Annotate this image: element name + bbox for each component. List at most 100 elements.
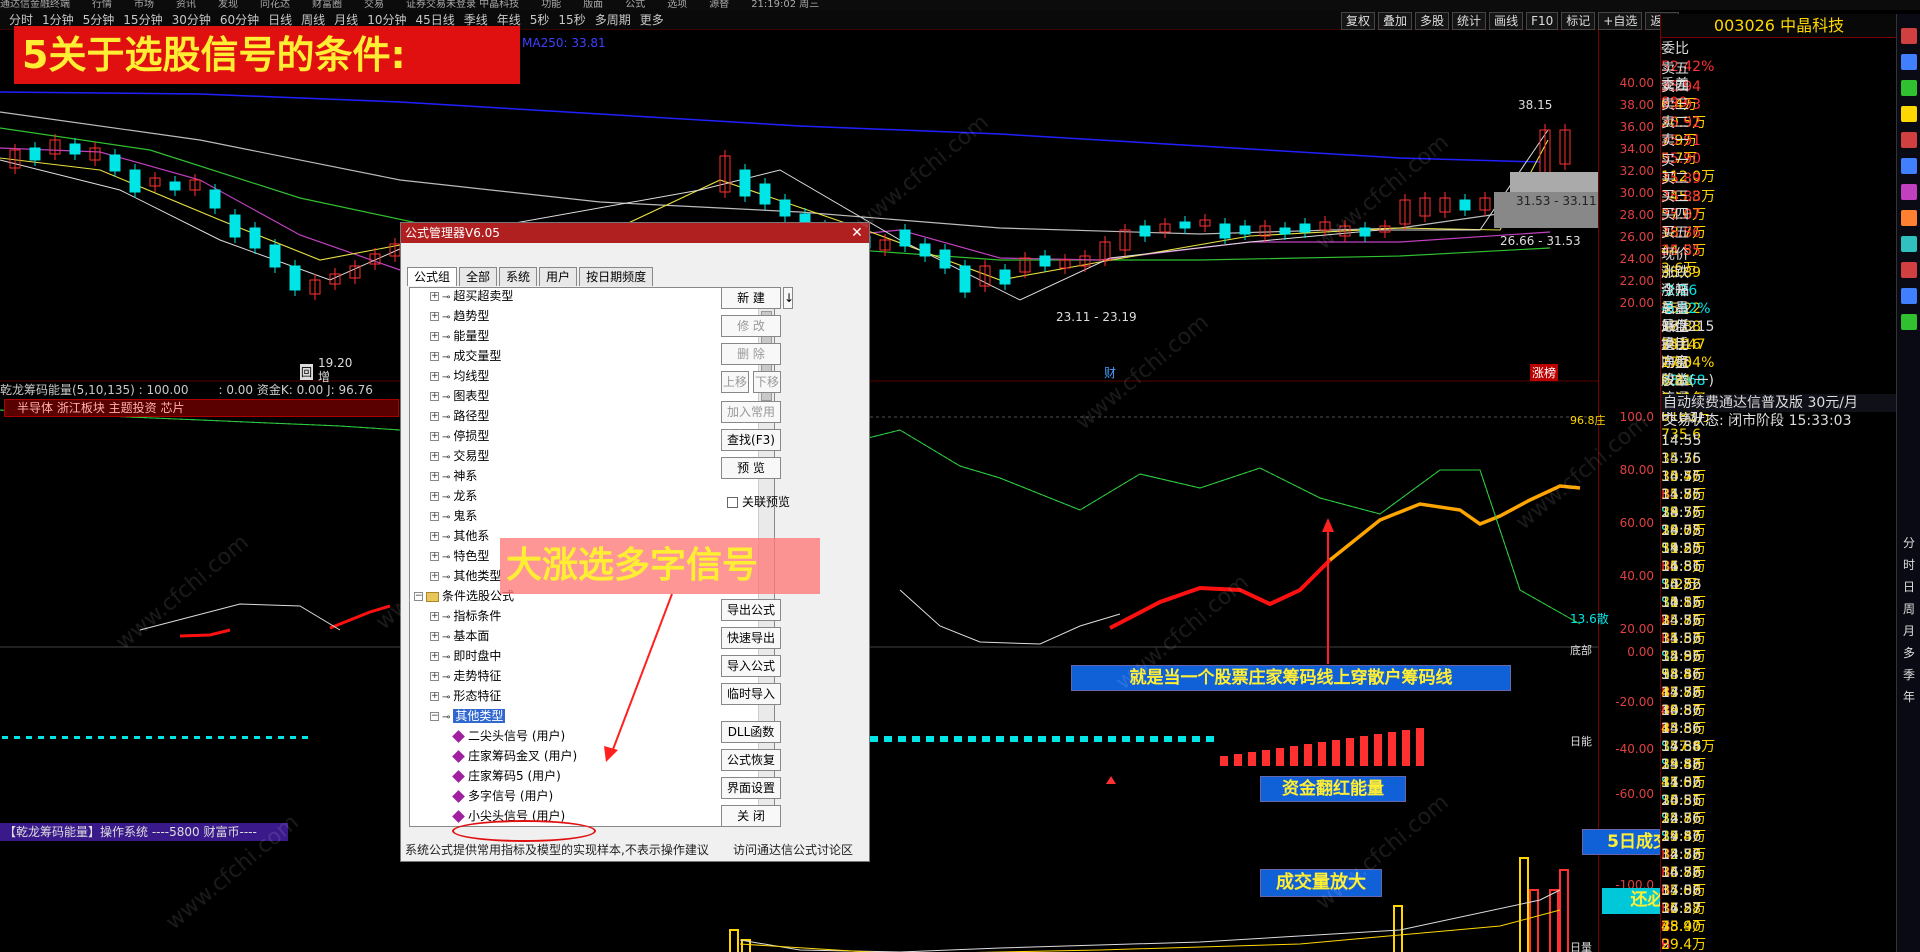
- dialog-tab[interactable]: 公式组: [407, 267, 458, 286]
- tool-button[interactable]: 叠加: [1378, 12, 1413, 30]
- period-tab[interactable]: 30分钟: [172, 13, 211, 27]
- expand-icon[interactable]: +: [430, 532, 439, 541]
- tool-button[interactable]: +自选: [1598, 12, 1643, 30]
- period-side-label[interactable]: 季: [1897, 666, 1920, 683]
- menu-item[interactable]: 行情: [92, 0, 112, 10]
- tree-node[interactable]: + ⊸ 成交量型: [430, 346, 501, 368]
- period-side-label[interactable]: 时: [1897, 556, 1920, 573]
- tool-button[interactable]: 多股: [1415, 12, 1450, 30]
- menu-item[interactable]: 通达信金融终端: [0, 0, 70, 10]
- period-tab[interactable]: 45日线: [415, 13, 454, 27]
- tree-node[interactable]: + ⊸ 鬼系: [430, 506, 477, 528]
- period-side-label[interactable]: 分: [1897, 534, 1920, 551]
- tool-icon[interactable]: [1901, 54, 1917, 70]
- period-tab[interactable]: 60分钟: [220, 13, 259, 27]
- expand-icon[interactable]: +: [430, 632, 439, 641]
- expand-icon[interactable]: +: [430, 652, 439, 661]
- quick_export-button[interactable]: 快速导出: [721, 627, 781, 649]
- tree-node[interactable]: + ⊸ 停损型: [430, 426, 489, 448]
- menu-item[interactable]: 交易: [364, 0, 384, 10]
- buy-row[interactable]: 买三 35.87 18.7万: [1661, 188, 1897, 241]
- temp_import-button[interactable]: 临时导入: [721, 683, 781, 705]
- tree-node[interactable]: 多字信号 (用户): [452, 786, 553, 806]
- up-button[interactable]: 上移: [721, 371, 749, 393]
- period-tab[interactable]: 5秒: [530, 13, 550, 27]
- buy-row[interactable]: 买一 35.89 345.3万: [1661, 152, 1897, 205]
- expand-icon[interactable]: +: [430, 392, 439, 401]
- expand-icon[interactable]: +: [430, 612, 439, 621]
- expand-icon[interactable]: +: [430, 472, 439, 481]
- buy-row[interactable]: 买五 35.85 3.6万: [1661, 224, 1897, 277]
- delete-button[interactable]: 删 除: [721, 343, 781, 365]
- period-tab[interactable]: 周线: [301, 13, 325, 27]
- tree-node[interactable]: 庄家筹码金叉 (用户): [452, 746, 577, 766]
- expand-icon[interactable]: +: [430, 332, 439, 341]
- stock-title[interactable]: 003026 中晶科技: [1661, 14, 1897, 38]
- tree-node[interactable]: + ⊸ 即时盘中: [430, 646, 501, 668]
- period-tab[interactable]: 15秒: [558, 13, 585, 27]
- period-tab[interactable]: 10分钟: [367, 13, 406, 27]
- tree-node[interactable]: + ⊸ 神系: [430, 466, 477, 488]
- expand-icon[interactable]: +: [430, 352, 439, 361]
- tool-button[interactable]: 画线: [1489, 12, 1524, 30]
- tool-icon[interactable]: [1901, 288, 1917, 304]
- link-preview-checkbox[interactable]: 关联预览: [727, 493, 790, 510]
- preview-button[interactable]: 预 览: [721, 457, 781, 479]
- tree-node[interactable]: + ⊸ 趋势型: [430, 306, 489, 328]
- expand-icon[interactable]: +: [430, 452, 439, 461]
- tree-node[interactable]: + ⊸ 指标条件: [430, 606, 501, 628]
- tool-icon[interactable]: [1901, 314, 1917, 330]
- expand-icon[interactable]: +: [430, 292, 439, 301]
- expand-icon[interactable]: +: [430, 312, 439, 321]
- tree-node[interactable]: + ⊸ 均线型: [430, 366, 489, 388]
- period-tab[interactable]: 多周期: [595, 13, 631, 27]
- tool-icon[interactable]: [1901, 80, 1917, 96]
- menu-item[interactable]: 公式: [625, 0, 645, 10]
- tree-node[interactable]: 庄家筹码5 (用户): [452, 766, 561, 786]
- dialog-tab[interactable]: 系统: [499, 267, 538, 286]
- checkbox-box[interactable]: [727, 497, 738, 508]
- sell-row[interactable]: 卖五 35.94 0.4万: [1661, 60, 1897, 113]
- expand-icon[interactable]: −: [430, 712, 439, 721]
- menu-item[interactable]: 证券交易未登录 中晶科技: [406, 0, 519, 10]
- tool-button[interactable]: F10: [1526, 12, 1559, 30]
- discussion-link[interactable]: 访问通达信公式讨论区: [733, 841, 853, 858]
- period-tab[interactable]: 15分钟: [123, 13, 162, 27]
- modify-button[interactable]: 修 改: [721, 315, 781, 337]
- dialog-tab[interactable]: 全部: [459, 267, 498, 286]
- period-side-label[interactable]: 年: [1897, 688, 1920, 705]
- tool-icon[interactable]: [1901, 158, 1917, 174]
- tree-node[interactable]: 二尖头信号 (用户): [452, 726, 565, 746]
- expand-icon[interactable]: +: [430, 492, 439, 501]
- menu-item[interactable]: 功能: [541, 0, 561, 10]
- period-tab[interactable]: 季线: [464, 13, 488, 27]
- menu-item[interactable]: 发现: [218, 0, 238, 10]
- sell-row[interactable]: 卖四 35.93 20.5万: [1661, 78, 1897, 131]
- tree-node[interactable]: + ⊸ 走势特征: [430, 666, 501, 688]
- tree-node[interactable]: + ⊸ 形态特征: [430, 686, 501, 708]
- period-side-label[interactable]: 多: [1897, 644, 1920, 661]
- tree-node[interactable]: + ⊸ 能量型: [430, 326, 489, 348]
- period-tab[interactable]: 年线: [497, 13, 521, 27]
- sell-row[interactable]: 卖一 35.90 112.0万: [1661, 132, 1897, 185]
- sell-row[interactable]: 卖三 35.92 7.9万: [1661, 96, 1897, 149]
- menu-item[interactable]: 市场: [134, 0, 154, 10]
- tool-icon[interactable]: [1901, 184, 1917, 200]
- tree-node[interactable]: + ⊸ 基本面: [430, 626, 489, 648]
- export-button[interactable]: 导出公式: [721, 599, 781, 621]
- tree-node[interactable]: + ⊸ 路径型: [430, 406, 489, 428]
- tree-node[interactable]: + ⊸ 超买超卖型: [430, 288, 513, 308]
- tree-node[interactable]: + ⊸ 龙系: [430, 486, 477, 508]
- period-tab[interactable]: 分时: [9, 13, 33, 27]
- menu-item[interactable]: 版面: [583, 0, 603, 10]
- period-tab[interactable]: 月线: [334, 13, 358, 27]
- restore-button[interactable]: 公式恢复: [721, 749, 781, 771]
- tool-icon[interactable]: [1901, 236, 1917, 252]
- sell-row[interactable]: 卖二 35.91 5.7万: [1661, 114, 1897, 167]
- period-tab[interactable]: 更多: [640, 13, 664, 27]
- menu-item[interactable]: 财富圈: [312, 0, 342, 10]
- menu-item[interactable]: 选项: [667, 0, 687, 10]
- period-tab[interactable]: 5分钟: [83, 13, 115, 27]
- expand-icon[interactable]: +: [430, 412, 439, 421]
- tree-node[interactable]: + ⊸ 交易型: [430, 446, 489, 468]
